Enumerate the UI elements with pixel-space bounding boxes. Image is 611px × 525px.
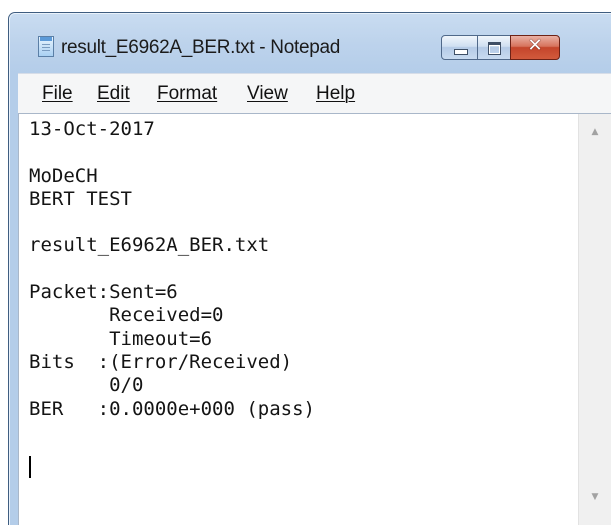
menu-file[interactable]: File <box>42 83 73 105</box>
window-title: result_E6962A_BER.txt - Notepad <box>61 37 341 58</box>
notepad-window: result_E6962A_BER.txt - Notepad ✕ File E… <box>8 12 611 525</box>
close-icon: ✕ <box>527 35 543 56</box>
vertical-scrollbar[interactable]: ▲ ▼ <box>578 114 611 525</box>
menu-view[interactable]: View <box>247 83 288 105</box>
close-button[interactable]: ✕ <box>510 35 560 60</box>
document-text[interactable]: 13-Oct-2017 MoDeCH BERT TEST result_E696… <box>29 118 315 421</box>
minimize-icon <box>454 49 468 55</box>
menu-bar: File Edit Format View Help <box>18 73 611 114</box>
menu-edit[interactable]: Edit <box>97 83 130 105</box>
minimize-button[interactable] <box>441 35 478 60</box>
text-editor[interactable]: 13-Oct-2017 MoDeCH BERT TEST result_E696… <box>18 113 611 525</box>
maximize-icon <box>488 42 501 55</box>
maximize-button[interactable] <box>477 35 511 60</box>
text-caret <box>29 456 31 478</box>
notepad-icon[interactable] <box>38 36 54 57</box>
menu-help[interactable]: Help <box>316 83 355 105</box>
scroll-up-arrow-icon[interactable]: ▲ <box>579 122 611 142</box>
scroll-down-arrow-icon[interactable]: ▼ <box>579 487 611 507</box>
menu-format[interactable]: Format <box>157 83 217 105</box>
title-bar[interactable]: result_E6962A_BER.txt - Notepad ✕ <box>9 13 611 73</box>
